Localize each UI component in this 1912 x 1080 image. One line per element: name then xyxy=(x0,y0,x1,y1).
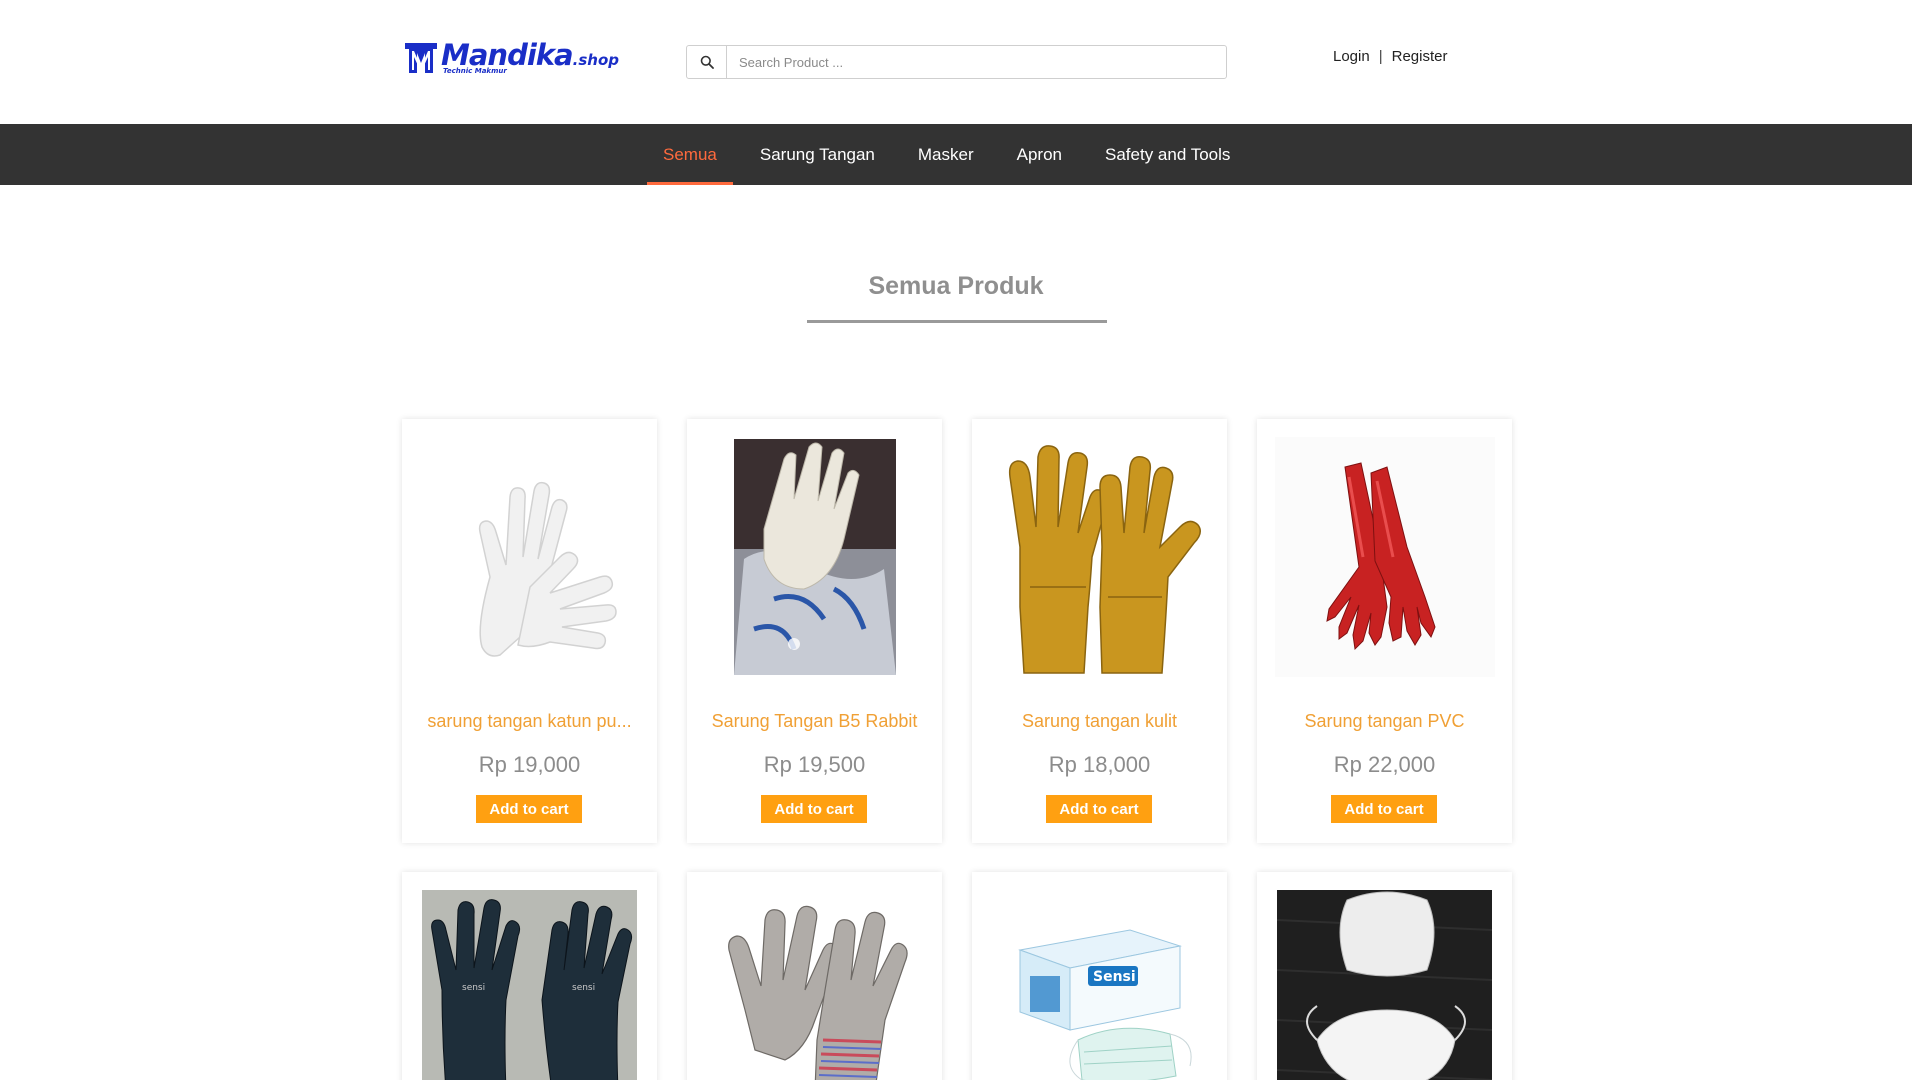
product-name[interactable]: Sarung Tangan B5 Rabbit xyxy=(693,711,936,732)
product-card[interactable] xyxy=(687,872,942,1080)
product-card[interactable]: Sarung tangan PVC Rp 22,000 Add to cart xyxy=(1257,419,1512,843)
title-underline xyxy=(807,320,1107,323)
product-price: Rp 18,000 xyxy=(1048,752,1151,777)
add-to-cart-button[interactable]: Add to cart xyxy=(761,795,867,823)
red-pvc-glove-image xyxy=(1274,437,1495,677)
add-to-cart-button[interactable]: Add to cart xyxy=(1331,795,1437,823)
sensi-mask-box-image: Sensi xyxy=(1017,929,1191,1080)
black-nitrile-glove-photo: sensi sensi xyxy=(422,890,637,1080)
product-image[interactable] xyxy=(972,437,1227,677)
page: Mandika.shop Technic Makmur Login | Regi… xyxy=(0,0,1912,1080)
product-image[interactable] xyxy=(1257,437,1512,677)
product-image[interactable] xyxy=(687,437,942,677)
product-price: Rp 19,500 xyxy=(763,752,866,777)
auth-separator: | xyxy=(1378,48,1383,65)
white-cotton-glove-image xyxy=(478,481,617,657)
product-price: Rp 22,000 xyxy=(1333,752,1436,777)
logo-mark-icon xyxy=(403,39,439,77)
nav-item-sarung-tangan[interactable]: Sarung Tangan xyxy=(744,124,891,185)
product-card[interactable]: Sarung tangan kulit Rp 18,000 Add to car… xyxy=(972,419,1227,843)
search-bar xyxy=(686,45,1227,79)
search-icon xyxy=(700,55,714,69)
product-name[interactable]: Sarung tangan kulit xyxy=(978,711,1221,732)
product-name[interactable]: Sarung tangan PVC xyxy=(1263,711,1506,732)
leather-work-glove-image xyxy=(727,905,908,1080)
product-card[interactable]: sensi sensi xyxy=(402,872,657,1080)
nav-item-apron[interactable]: Apron xyxy=(1001,124,1078,185)
knit-glove-photo xyxy=(733,439,896,675)
product-image[interactable] xyxy=(687,890,942,1080)
nav-item-masker[interactable]: Masker xyxy=(902,124,990,185)
site-logo[interactable]: Mandika.shop Technic Makmur xyxy=(403,38,619,78)
product-image[interactable]: sensi sensi xyxy=(402,890,657,1080)
brand-tagline: Technic Makmur xyxy=(443,67,507,75)
header: Mandika.shop Technic Makmur Login | Regi… xyxy=(0,0,1912,124)
add-to-cart-button[interactable]: Add to cart xyxy=(476,795,582,823)
login-link[interactable]: Login xyxy=(1333,48,1370,65)
svg-text:Sensi: Sensi xyxy=(1093,969,1136,985)
product-card[interactable] xyxy=(1257,872,1512,1080)
svg-text:sensi: sensi xyxy=(572,983,595,993)
leather-welding-glove-image xyxy=(1008,445,1201,674)
brand-suffix: .shop xyxy=(572,51,619,69)
section-title: Semua Produk xyxy=(868,272,1044,300)
product-name[interactable]: sarung tangan katun pu... xyxy=(408,711,651,732)
product-card[interactable]: sarung tangan katun pu... Rp 19,000 Add … xyxy=(402,419,657,843)
product-card[interactable]: Sarung Tangan B5 Rabbit Rp 19,500 Add to… xyxy=(687,419,942,843)
product-image[interactable] xyxy=(1257,890,1512,1080)
register-link[interactable]: Register xyxy=(1392,48,1448,65)
auth-links: Login | Register xyxy=(1333,48,1447,65)
nav-item-safety-and-tools[interactable]: Safety and Tools xyxy=(1089,124,1246,185)
svg-text:sensi: sensi xyxy=(462,983,485,993)
search-button[interactable] xyxy=(687,46,727,78)
product-card[interactable]: Sensi xyxy=(972,872,1227,1080)
nav-item-semua[interactable]: Semua xyxy=(647,124,733,185)
category-nav: Semua Sarung Tangan Masker Apron Safety … xyxy=(0,124,1912,185)
search-input[interactable] xyxy=(727,46,1226,78)
add-to-cart-button[interactable]: Add to cart xyxy=(1046,795,1152,823)
product-image[interactable] xyxy=(402,437,657,677)
product-image[interactable]: Sensi xyxy=(972,890,1227,1080)
white-n95-mask-photo xyxy=(1277,890,1492,1080)
product-price: Rp 19,000 xyxy=(478,752,581,777)
